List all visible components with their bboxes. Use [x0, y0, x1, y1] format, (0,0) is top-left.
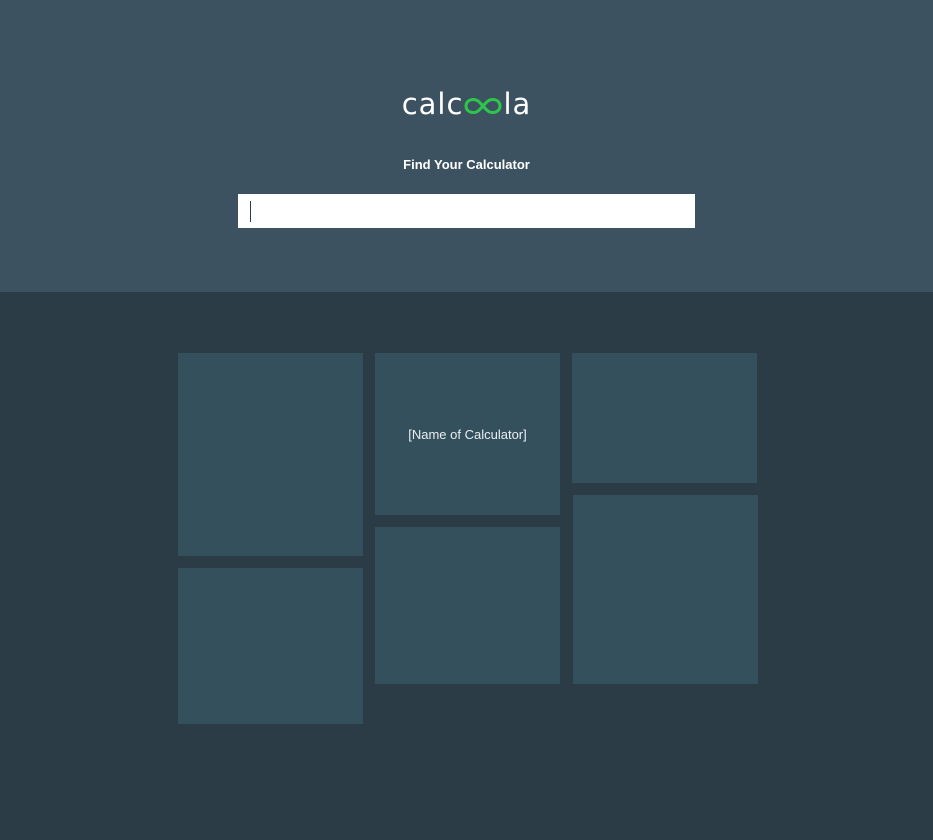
header-section: calc la Find Your Calculator — [0, 0, 933, 292]
infinity-icon — [464, 98, 502, 114]
search-box[interactable] — [238, 194, 695, 228]
calculator-tile[interactable] — [573, 495, 758, 684]
calculator-tile-label: [Name of Calculator] — [408, 426, 527, 442]
calculator-tile[interactable]: [Name of Calculator] — [375, 353, 560, 515]
find-calculator-heading: Find Your Calculator — [403, 157, 530, 172]
calculator-tile[interactable] — [178, 568, 363, 724]
calculator-tile[interactable] — [178, 353, 363, 556]
logo-text-left: calc — [401, 87, 464, 121]
text-caret — [250, 201, 251, 222]
logo-text-right: la — [503, 87, 532, 121]
calculator-tile[interactable] — [572, 353, 757, 483]
search-input[interactable] — [250, 194, 683, 228]
calculator-tile[interactable] — [375, 527, 560, 684]
calcoola-logo[interactable]: calc la — [0, 84, 933, 124]
